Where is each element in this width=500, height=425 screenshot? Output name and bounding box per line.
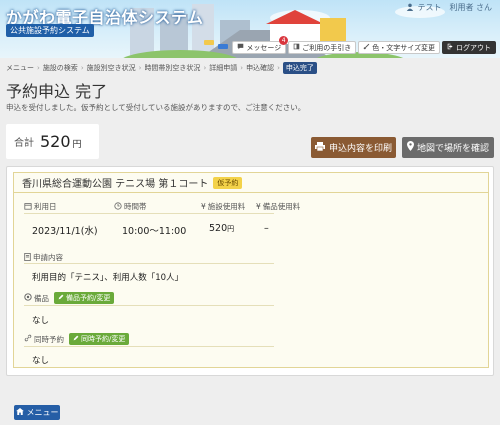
messages-label: メッセージ: [246, 43, 282, 52]
breadcrumb-item[interactable]: メニュー: [6, 63, 34, 73]
pencil-icon: [73, 335, 79, 343]
reservation-card-header: 香川県総合運動公園 テニス場 第１コート 仮予約: [14, 173, 488, 193]
application-value: 利用目的「テニス」、利用人数「10人」: [32, 273, 184, 283]
facility-fee-value: 520円: [209, 223, 234, 234]
facility-fee-field-label: ¥ 施設使用料: [201, 201, 245, 212]
simultaneous-change-button[interactable]: 同時予約/変更: [69, 333, 130, 345]
equipment-icon: [24, 293, 32, 303]
breadcrumb-current: 申込完了: [282, 62, 317, 74]
breadcrumb-item[interactable]: 詳細申請: [209, 63, 237, 73]
simultaneous-value: なし: [32, 356, 50, 366]
calendar-icon: [24, 202, 32, 212]
breadcrumb-separator: ›: [240, 64, 244, 72]
total-box: 合計 520 円: [6, 124, 99, 159]
header-toolbar: メッセージ 4 ご利用の手引き 色・文字サイズ変更 ログアウト: [232, 36, 496, 54]
print-label: 申込内容を印刷: [328, 144, 392, 154]
breadcrumb-item[interactable]: 施設の検索: [43, 63, 78, 73]
display-settings-button[interactable]: 色・文字サイズ変更: [358, 41, 440, 54]
total-label: 合計: [14, 138, 34, 149]
equipment-fee-label: 備品使用料: [262, 202, 301, 211]
equipment-fee-value: –: [264, 223, 269, 234]
facility-fee-label: 施設使用料: [207, 202, 246, 211]
breadcrumb-separator: ›: [203, 64, 207, 72]
application-field-label: 申請内容: [24, 252, 63, 263]
page-title: 予約申込 完了: [6, 82, 108, 101]
breadcrumb-separator: ›: [80, 64, 84, 72]
logout-icon: [447, 43, 454, 52]
breadcrumb-separator: ›: [138, 64, 142, 72]
simultaneous-field-label: 同時予約 同時予約/変更: [24, 333, 130, 345]
map-button[interactable]: 地図で場所を確認: [402, 137, 494, 158]
logout-button[interactable]: ログアウト: [442, 41, 496, 54]
yen-icon: ¥: [256, 202, 261, 211]
divider: [24, 346, 274, 347]
printer-icon: [314, 141, 325, 154]
equipment-value: なし: [32, 316, 50, 326]
facility-fee-unit: 円: [227, 225, 235, 233]
messages-button[interactable]: メッセージ 4: [232, 36, 289, 54]
chat-icon: [237, 43, 244, 52]
equipment-change-button[interactable]: 備品予約/変更: [54, 292, 115, 304]
reservation-card: 香川県総合運動公園 テニス場 第１コート 仮予約 利用日 時間帯 ¥ 施設使用料…: [13, 172, 489, 368]
user-name: テスト 利用者 さん: [417, 3, 492, 12]
notice-text: 申込を受付しました。仮予約として受付している施設がありますので、ご注意ください。: [6, 103, 306, 112]
breadcrumb-item[interactable]: 時間帯別空き状況: [144, 63, 200, 73]
divider: [24, 305, 274, 306]
total-amount: 520: [40, 132, 71, 151]
breadcrumb-separator: ›: [277, 64, 280, 72]
facility-fee-amount: 520: [209, 223, 228, 234]
messages-badge: 4: [279, 36, 289, 45]
date-value: 2023/11/1(水): [32, 226, 98, 237]
time-field-label: 時間帯: [114, 201, 147, 212]
brush-icon: [363, 43, 370, 52]
user-icon: [406, 3, 414, 13]
total-unit: 円: [72, 140, 82, 150]
divider: [24, 263, 274, 264]
menu-button[interactable]: メニュー: [14, 405, 60, 420]
breadcrumb-item[interactable]: 申込確認: [246, 63, 274, 73]
yen-icon: ¥: [201, 202, 206, 211]
simultaneous-change-label: 同時予約/変更: [81, 335, 126, 343]
display-settings-label: 色・文字サイズ変更: [372, 43, 435, 52]
system-subtitle: 公共施設予約システム: [6, 24, 94, 37]
breadcrumb-item[interactable]: 施設別空き状況: [87, 63, 136, 73]
simultaneous-label: 同時予約: [34, 334, 64, 344]
link-icon: [24, 334, 32, 344]
date-field-label: 利用日: [24, 201, 57, 212]
map-label: 地図で場所を確認: [416, 144, 489, 154]
equipment-field-label: 備品 備品予約/変更: [24, 292, 115, 304]
equipment-fee-field-label: ¥ 備品使用料: [256, 201, 300, 212]
breadcrumb-separator: ›: [37, 64, 40, 72]
menu-label: メニュー: [26, 408, 59, 417]
divider: [24, 213, 274, 214]
header-banner: かがわ電子自治体システム 公共施設予約システム テスト 利用者 さん メッセージ…: [0, 0, 500, 58]
time-value: 10:00〜11:00: [122, 226, 187, 237]
time-label: 時間帯: [124, 202, 147, 211]
equipment-change-label: 備品予約/変更: [66, 294, 111, 302]
pencil-icon: [58, 294, 64, 302]
reservation-panel: 香川県総合運動公園 テニス場 第１コート 仮予約 利用日 時間帯 ¥ 施設使用料…: [6, 166, 494, 376]
home-icon: [15, 408, 24, 417]
status-badge: 仮予約: [213, 176, 243, 189]
book-icon: [293, 43, 300, 52]
application-label: 申請内容: [33, 253, 63, 262]
breadcrumb: メニュー › 施設の検索 › 施設別空き状況 › 時間帯別空き状況 › 詳細申請…: [6, 62, 317, 74]
facility-name: 香川県総合運動公園 テニス場 第１コート: [22, 179, 209, 190]
document-icon: [24, 252, 31, 263]
equipment-label: 備品: [34, 293, 49, 303]
clock-icon: [114, 201, 122, 212]
logout-label: ログアウト: [456, 43, 491, 52]
user-info: テスト 利用者 さん: [406, 2, 492, 13]
map-pin-icon: [406, 141, 414, 154]
usage-guide-label: ご利用の手引き: [302, 43, 352, 52]
print-button[interactable]: 申込内容を印刷: [311, 137, 396, 158]
usage-guide-button[interactable]: ご利用の手引き: [288, 41, 357, 54]
date-label: 利用日: [34, 202, 57, 211]
